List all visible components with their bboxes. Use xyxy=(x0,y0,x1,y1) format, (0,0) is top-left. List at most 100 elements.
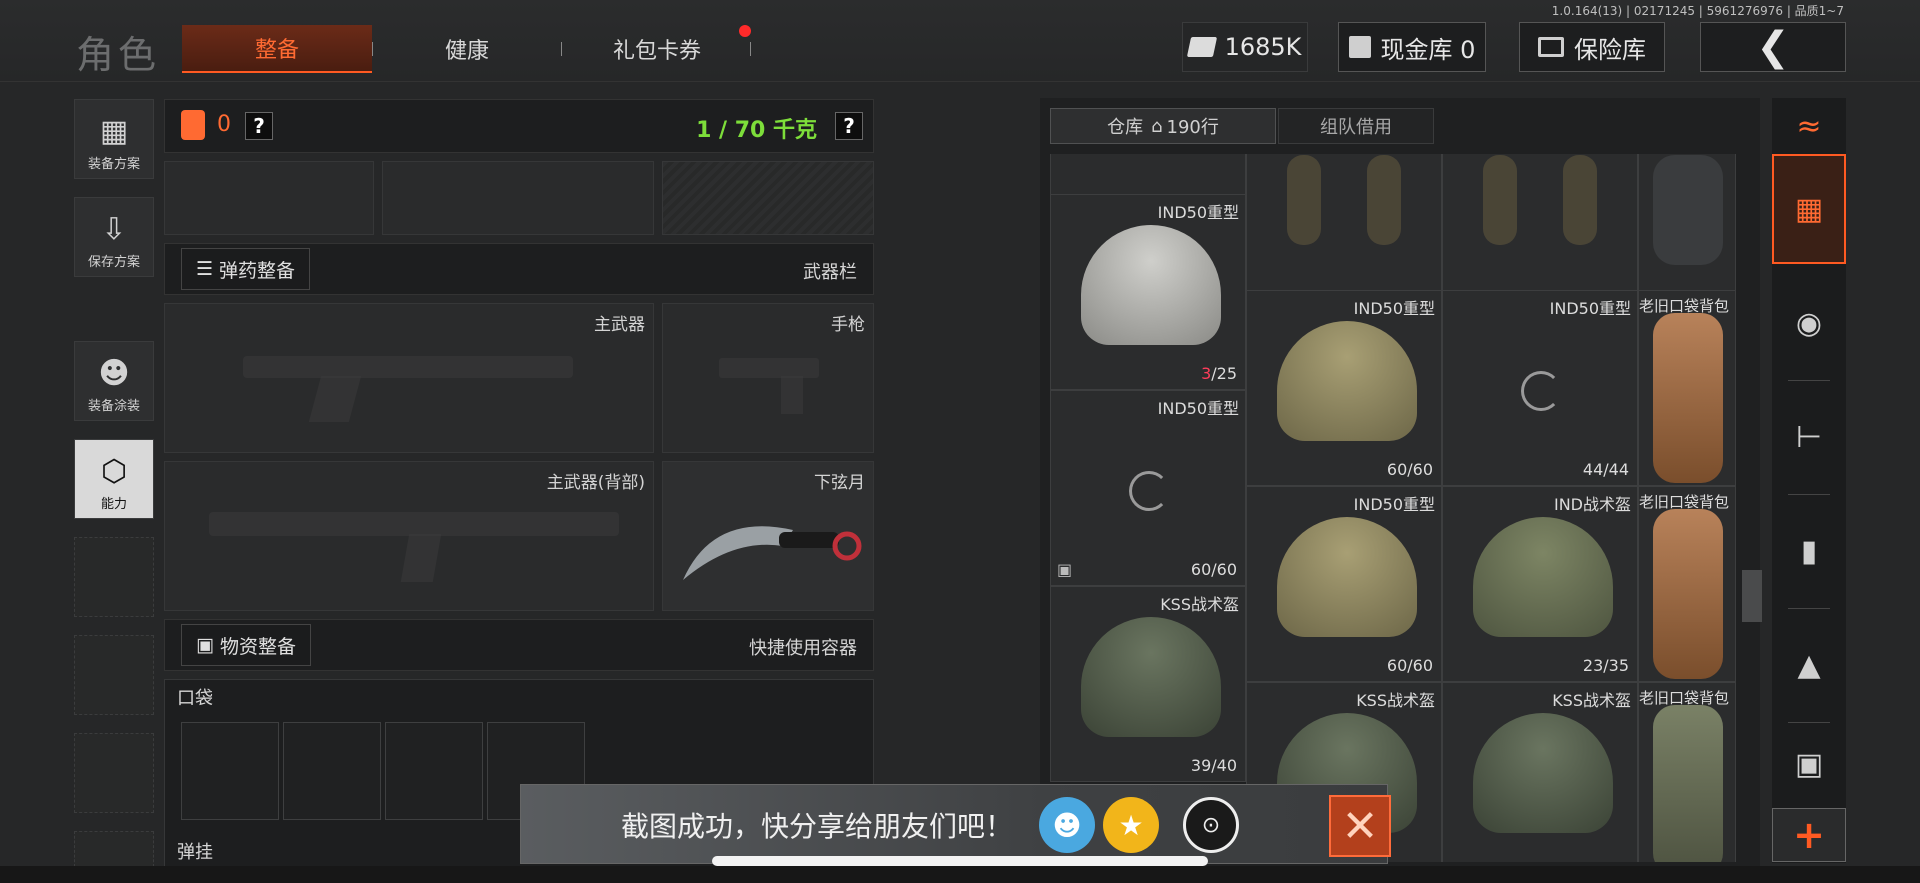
item-name: IND50重型 xyxy=(1549,299,1631,318)
status-bar: 0 ? 1 / 70 千克 ? xyxy=(164,99,874,153)
sidebar-item-label: 能力 xyxy=(100,497,127,512)
category-helmet-icon[interactable]: ◉ xyxy=(1772,268,1846,378)
armor-icon xyxy=(181,110,205,140)
inventory-cell[interactable]: IND50重型 44/44 xyxy=(1442,290,1638,486)
back-button[interactable]: ❮ xyxy=(1700,22,1846,72)
add-button[interactable]: + xyxy=(1772,808,1846,862)
share-toast: 截图成功，快分享给朋友们吧！ ☻ ★ ⊙ ✕ xyxy=(520,784,1391,864)
warehouse-rows: 190行 xyxy=(1166,117,1219,138)
inventory-cell[interactable]: 老旧口袋背包 xyxy=(1638,682,1736,862)
tab-gift-cards[interactable]: 礼包卡券 xyxy=(562,25,752,73)
item-name: IND战术盔 xyxy=(1553,495,1631,514)
rig-label: 弹挂 xyxy=(177,842,213,863)
headset-icon xyxy=(1483,155,1517,245)
pocket-slot[interactable] xyxy=(181,722,279,820)
inventory-cell[interactable] xyxy=(1442,154,1638,310)
helmet-icon xyxy=(1473,517,1613,637)
close-icon[interactable]: ✕ xyxy=(1329,795,1391,857)
gear-slot[interactable] xyxy=(382,161,654,235)
loading-spinner-icon xyxy=(1129,471,1169,511)
toast-message: 截图成功，快分享给朋友们吧！ xyxy=(621,810,1014,843)
box-icon: ▣ xyxy=(1057,560,1073,579)
divider xyxy=(1788,608,1830,609)
helmet-icon xyxy=(1277,517,1417,637)
helmet-icon xyxy=(1473,713,1613,833)
inventory-cell[interactable]: IND战术盔 23/35 xyxy=(1442,486,1638,682)
slot-label: 主武器 xyxy=(594,315,645,335)
pocket-slot[interactable] xyxy=(385,722,483,820)
item-name: IND50重型 xyxy=(1157,203,1239,222)
cash-icon xyxy=(1186,37,1217,57)
item-name: KSS战术盔 xyxy=(1160,595,1239,614)
item-durability: 60/60 xyxy=(1190,560,1237,579)
inventory-cell[interactable]: KSS战术盔 39/40 xyxy=(1050,586,1246,782)
insurance-vault-label: 保险库 xyxy=(1574,35,1646,64)
inventory-cell[interactable]: IND50重型 ▣ 60/60 xyxy=(1050,390,1246,586)
headset-icon xyxy=(1287,155,1321,245)
cash-vault-button[interactable]: 现金库 0 xyxy=(1338,22,1486,72)
cash-vault-label: 现金库 0 xyxy=(1380,35,1476,64)
inventory-cell[interactable]: 老旧口袋背包 xyxy=(1638,486,1736,682)
tab-team-borrow[interactable]: 组队借用 xyxy=(1278,108,1434,144)
sort-icon[interactable]: ≈ xyxy=(1772,98,1846,154)
item-name: KSS战术盔 xyxy=(1356,691,1435,710)
primary-back-weapon-slot[interactable]: 主武器(背部) xyxy=(164,461,654,611)
sidebar-item-save-plan[interactable]: ⇩ 保存方案 xyxy=(74,197,154,277)
tab-loadout[interactable]: 整备 xyxy=(182,25,372,73)
tab-health[interactable]: 健康 xyxy=(372,25,562,73)
item-name: KSS战术盔 xyxy=(1552,691,1631,710)
qzone-star-icon[interactable]: ★ xyxy=(1103,797,1159,853)
category-rifle-icon[interactable]: ⊢ xyxy=(1772,382,1846,492)
rifle-silhouette xyxy=(308,376,362,422)
sidebar-item-label: 保存方案 xyxy=(87,255,140,270)
gear-slot[interactable] xyxy=(662,161,874,235)
sidebar-item-skins[interactable]: ☻ 装备涂装 xyxy=(74,341,154,421)
category-scope-icon[interactable]: ▣ xyxy=(1772,724,1846,804)
melee-slot[interactable]: 下弦月 xyxy=(662,461,874,611)
pistol-slot[interactable]: 手枪 xyxy=(662,303,874,453)
sidebar-item-loadout-plan[interactable]: ▦ 装备方案 xyxy=(74,99,154,179)
empty-slot xyxy=(74,537,154,617)
helmet-icon xyxy=(1081,225,1221,345)
weapons-title: 武器栏 xyxy=(803,262,857,283)
backpack-icon xyxy=(1653,705,1723,862)
tab-warehouse[interactable]: 仓库 ⌂ 190行 xyxy=(1050,108,1276,144)
insurance-vault-button[interactable]: 保险库 xyxy=(1519,22,1665,72)
currency-display[interactable]: 1685K xyxy=(1182,22,1308,72)
primary-weapon-slot[interactable]: 主武器 xyxy=(164,303,654,453)
supply-loadout-button[interactable]: ▣ 物资整备 xyxy=(181,624,311,666)
rifle-silhouette xyxy=(400,534,442,582)
gear-slot[interactable] xyxy=(164,161,374,235)
weapons-header: ☰ 弹药整备 武器栏 xyxy=(164,243,874,295)
item-durability: 23/35 xyxy=(1582,656,1629,675)
page-title: 角色 xyxy=(76,33,161,77)
category-all-icon[interactable]: ▦ xyxy=(1772,154,1846,264)
inventory-cell[interactable]: IND50重型 60/60 xyxy=(1246,290,1442,486)
inventory-cell[interactable] xyxy=(1638,154,1736,310)
inventory-cell[interactable]: IND50重型 60/60 xyxy=(1246,486,1442,682)
home-indicator[interactable] xyxy=(712,856,1208,866)
qq-icon[interactable]: ☻ xyxy=(1039,797,1095,853)
app-share-icon[interactable]: ⊙ xyxy=(1183,797,1239,853)
inventory-cell[interactable]: KSS战术盔 xyxy=(1442,682,1638,862)
ammo-loadout-button[interactable]: ☰ 弹药整备 xyxy=(181,248,311,290)
pistol-silhouette xyxy=(781,376,803,414)
slot-label: 手枪 xyxy=(831,315,865,335)
inventory-cell[interactable] xyxy=(1246,154,1442,310)
category-ammo-icon[interactable]: ▲ xyxy=(1772,610,1846,720)
weight-help-button[interactable]: ? xyxy=(835,112,863,140)
divider xyxy=(1788,494,1830,495)
armor-help-button[interactable]: ? xyxy=(245,112,273,140)
scrollbar-thumb[interactable] xyxy=(1742,570,1762,622)
rifle-silhouette xyxy=(243,356,573,378)
inventory-cell[interactable]: IND50重型 3/25 xyxy=(1050,194,1246,390)
category-magazine-icon[interactable]: ▮ xyxy=(1772,496,1846,606)
inventory-cell[interactable]: 老旧口袋背包 xyxy=(1638,290,1736,486)
top-bar: 1.0.164(13) | 02171245 | 5961276976 | 品质… xyxy=(0,0,1920,82)
soldier-icon: ☻ xyxy=(98,356,130,391)
sidebar-item-abilities[interactable]: ⬡ 能力 xyxy=(74,439,154,519)
pocket-slot[interactable] xyxy=(283,722,381,820)
slot-label: 下弦月 xyxy=(814,473,865,493)
rifle-silhouette xyxy=(209,512,619,536)
lightning-icon: ⬡ xyxy=(100,454,128,489)
